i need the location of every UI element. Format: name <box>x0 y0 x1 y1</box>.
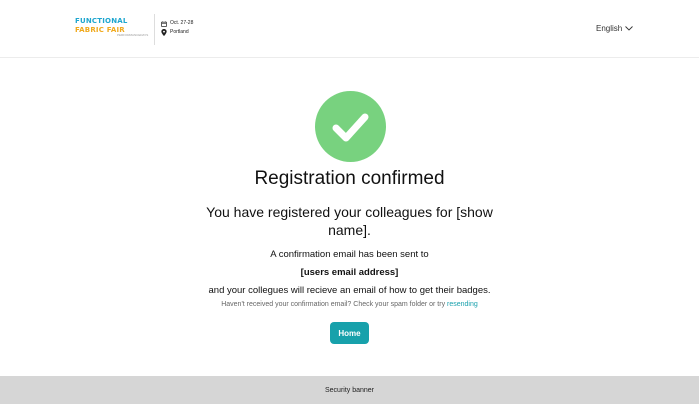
email-sent-text: A confirmation email has been sent to <box>270 249 429 260</box>
calendar-icon <box>161 20 167 27</box>
security-banner-text: Security banner <box>324 386 375 394</box>
home-button[interactable]: Home <box>330 322 369 344</box>
logo-line-3: PERFORMANCEDAYS <box>117 33 149 37</box>
chevron-down-icon <box>625 24 634 33</box>
check-circle-icon <box>315 91 386 162</box>
badges-info-text: and your collegues will recieve an email… <box>208 285 491 296</box>
event-location: Portland <box>161 28 193 37</box>
security-banner: Security banner <box>0 376 699 404</box>
event-location-text: Portland <box>170 29 189 35</box>
registration-subtitle: You have registered your colleagues for … <box>206 204 493 238</box>
user-email-address: [users email address] <box>300 267 399 278</box>
language-selector[interactable]: English <box>596 24 634 33</box>
functional-fabric-fair-logo[interactable]: FUNCTIONAL FABRIC FAIR PERFORMANCEDAYS <box>75 17 148 37</box>
page-title: Registration confirmed <box>254 168 445 189</box>
header-divider <box>154 14 155 45</box>
logo-line-1: FUNCTIONAL <box>75 17 128 25</box>
resend-help: Haven't received your confirmation email… <box>0 301 699 308</box>
event-date-text: Oct. 27-28 <box>170 20 194 26</box>
resend-link[interactable]: resending <box>447 301 478 308</box>
map-pin-icon <box>161 29 167 36</box>
event-date: Oct. 27-28 <box>161 19 193 28</box>
language-label: English <box>596 24 623 33</box>
event-info: Oct. 27-28 Portland <box>161 19 193 37</box>
resend-help-text: Haven't received your confirmation email… <box>221 301 446 308</box>
site-header: FUNCTIONAL FABRIC FAIR PERFORMANCEDAYS O… <box>0 0 699 58</box>
